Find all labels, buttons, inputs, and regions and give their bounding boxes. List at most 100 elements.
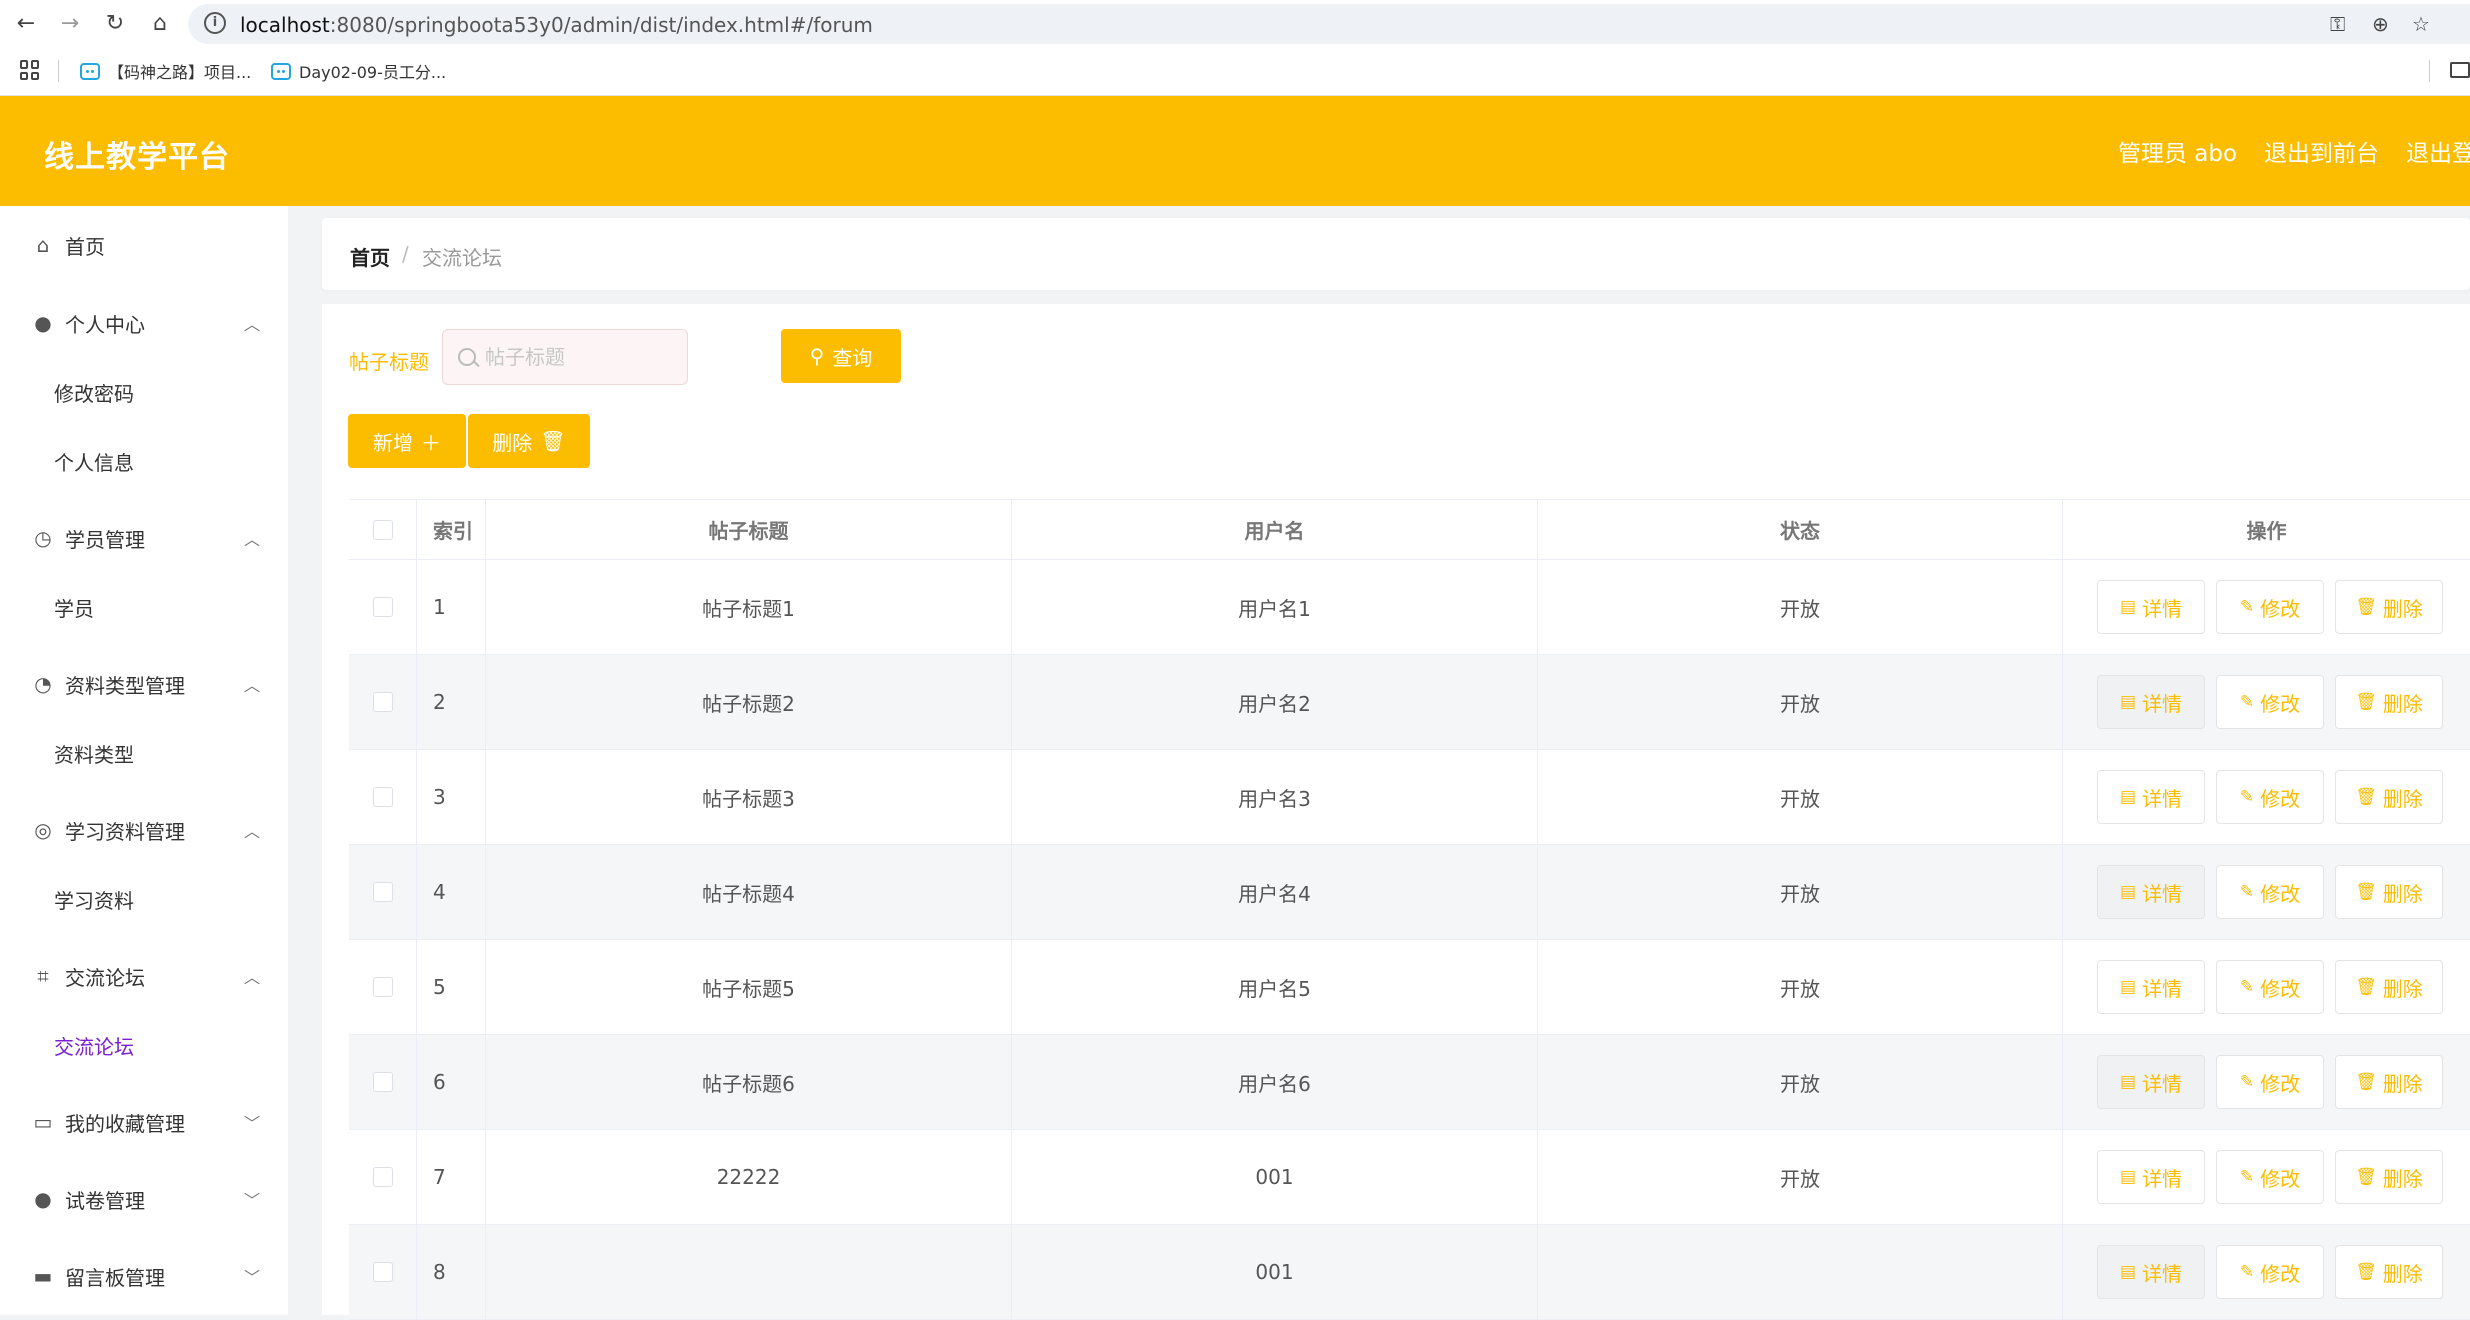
back-icon[interactable]: ← <box>12 10 40 38</box>
cell-ops: ▤ 详情 ✎ 修改 🗑 删除 <box>2063 655 2470 749</box>
cell-index: 8 <box>417 1225 486 1319</box>
edit-button[interactable]: ✎ 修改 <box>2216 675 2324 729</box>
url-path: :8080/springboota53y0/admin/dist/index.h… <box>329 13 873 37</box>
trash-icon: 🗑 <box>2355 787 2377 807</box>
row-checkbox[interactable] <box>372 1167 393 1187</box>
sidebar-item-forum-group[interactable]: ⌗ 交流论坛 ︿ <box>0 951 288 1001</box>
folder-icon[interactable] <box>2450 62 2470 78</box>
row-select-cell <box>349 560 417 654</box>
row-checkbox[interactable] <box>372 977 393 997</box>
sidebar-item-change-password[interactable]: 修改密码 <box>0 367 288 417</box>
bookmark-label: Day02-09-员工分... <box>299 63 447 82</box>
row-checkbox[interactable] <box>372 597 393 617</box>
cell-status: 开放 <box>1538 845 2063 939</box>
address-bar[interactable]: i localhost:8080/springboota53y0/admin/d… <box>188 4 2470 44</box>
cell-status: 开放 <box>1538 750 2063 844</box>
delete-button[interactable]: 删除 🗑 <box>468 414 590 468</box>
detail-button[interactable]: ▤ 详情 <box>2097 1245 2205 1299</box>
edit-icon: ✎ <box>2239 787 2255 807</box>
info-icon[interactable]: i <box>204 12 226 34</box>
url-text[interactable]: localhost:8080/springboota53y0/admin/dis… <box>240 13 873 37</box>
edit-button[interactable]: ✎ 修改 <box>2216 865 2324 919</box>
sidebar-item-student[interactable]: 学员 <box>0 582 288 632</box>
edit-button[interactable]: ✎ 修改 <box>2216 1055 2324 1109</box>
edit-icon: ✎ <box>2239 1167 2255 1187</box>
breadcrumb-home[interactable]: 首页 <box>350 242 390 271</box>
row-checkbox[interactable] <box>372 692 393 712</box>
header-index[interactable]: 索引 <box>417 500 486 559</box>
sidebar-item-material-type-mgmt[interactable]: ◔ 资料类型管理 ︿ <box>0 659 288 709</box>
sidebar-item-material[interactable]: 学习资料 <box>0 874 288 924</box>
cell-username: 用户名2 <box>1012 655 1538 749</box>
cell-title: 帖子标题5 <box>486 940 1012 1034</box>
reload-icon[interactable]: ↻ <box>101 10 129 38</box>
add-button[interactable]: 新增 ＋ <box>348 414 466 468</box>
row-delete-button[interactable]: 🗑 删除 <box>2335 675 2443 729</box>
to-front-link[interactable]: 退出到前台 <box>2264 134 2379 168</box>
url-host: localhost <box>240 13 330 37</box>
sidebar-item-forum[interactable]: 交流论坛 <box>0 1020 288 1070</box>
row-checkbox[interactable] <box>372 787 393 807</box>
zoom-icon[interactable]: ⊕ <box>2372 12 2389 36</box>
home-icon[interactable]: ⌂ <box>146 10 174 38</box>
sidebar-item-label: 个人中心 <box>65 312 145 337</box>
header-status[interactable]: 状态 <box>1538 500 2063 559</box>
detail-button[interactable]: ▤ 详情 <box>2097 580 2205 634</box>
sidebar-item-exam[interactable]: ● 试卷管理 ﹀ <box>0 1174 288 1224</box>
detail-button[interactable]: ▤ 详情 <box>2097 960 2205 1014</box>
row-delete-button[interactable]: 🗑 删除 <box>2335 1055 2443 1109</box>
edit-button[interactable]: ✎ 修改 <box>2216 960 2324 1014</box>
row-select-cell <box>349 1035 417 1129</box>
row-delete-button[interactable]: 🗑 删除 <box>2335 960 2443 1014</box>
select-all-checkbox[interactable] <box>372 519 393 540</box>
edit-button[interactable]: ✎ 修改 <box>2216 1245 2324 1299</box>
row-checkbox[interactable] <box>372 882 393 902</box>
search-button[interactable]: ⚲ 查询 <box>781 329 901 383</box>
sidebar-item-material-type[interactable]: 资料类型 <box>0 728 288 778</box>
search-button-label: 查询 <box>832 345 873 370</box>
edit-button-label: 修改 <box>2260 691 2301 716</box>
header-title[interactable]: 帖子标题 <box>486 500 1012 559</box>
row-delete-button[interactable]: 🗑 删除 <box>2335 1150 2443 1204</box>
edit-button[interactable]: ✎ 修改 <box>2216 1150 2324 1204</box>
header-ops: 操作 <box>2246 519 2287 543</box>
forward-icon[interactable]: → <box>56 10 84 38</box>
sidebar-item-material-mgmt[interactable]: ◎ 学习资料管理 ︿ <box>0 805 288 855</box>
edit-button[interactable]: ✎ 修改 <box>2216 770 2324 824</box>
detail-button[interactable]: ▤ 详情 <box>2097 1055 2205 1109</box>
search-input[interactable] <box>442 329 688 385</box>
apps-icon[interactable] <box>20 60 40 80</box>
main-content: 首页 / 交流论坛 帖子标题 ⚲查询 新增＋ 删除🗑 索引 帖子标题 用户名 状… <box>322 218 2470 1320</box>
sidebar-item-personal[interactable]: ● 个人中心 ︿ <box>0 298 288 348</box>
sidebar-item-label: 我的收藏管理 <box>65 1111 185 1136</box>
row-checkbox[interactable] <box>372 1072 393 1092</box>
key-icon[interactable]: ⚿ <box>2330 12 2345 36</box>
sidebar-item-home[interactable]: ⌂ 首页 <box>0 220 288 270</box>
detail-button[interactable]: ▤ 详情 <box>2097 1150 2205 1204</box>
trash-icon: 🗑 <box>2355 977 2377 997</box>
sidebar-item-student-mgmt[interactable]: ◷ 学员管理 ︿ <box>0 513 288 563</box>
sidebar-item-favorites[interactable]: ▭ 我的收藏管理 ﹀ <box>0 1097 288 1147</box>
row-delete-button[interactable]: 🗑 删除 <box>2335 1245 2443 1299</box>
sidebar-item-board[interactable]: ▬ 留言板管理 ﹀ <box>0 1251 288 1301</box>
trash-icon: 🗑 <box>2355 1072 2377 1092</box>
cell-status: 开放 <box>1538 560 2063 654</box>
edit-button-label: 修改 <box>2260 1071 2301 1096</box>
row-checkbox[interactable] <box>372 1262 393 1282</box>
edit-button[interactable]: ✎ 修改 <box>2216 580 2324 634</box>
forum-table: 索引 帖子标题 用户名 状态 操作 1 帖子标题1 用户名1 开放 ▤ 详情 ✎ 修改 🗑 删除 2… <box>349 499 2470 1320</box>
detail-button[interactable]: ▤ 详情 <box>2097 865 2205 919</box>
row-delete-button[interactable]: 🗑 删除 <box>2335 580 2443 634</box>
row-delete-button[interactable]: 🗑 删除 <box>2335 865 2443 919</box>
detail-button[interactable]: ▤ 详情 <box>2097 675 2205 729</box>
cell-username: 用户名3 <box>1012 750 1538 844</box>
header-username[interactable]: 用户名 <box>1012 500 1538 559</box>
row-delete-button[interactable]: 🗑 删除 <box>2335 770 2443 824</box>
sidebar-item-personal-info[interactable]: 个人信息 <box>0 436 288 486</box>
bookmark-item[interactable]: 【码神之路】项目... <box>80 59 251 83</box>
detail-button[interactable]: ▤ 详情 <box>2097 770 2205 824</box>
logout-link[interactable]: 退出登 <box>2406 134 2470 168</box>
bookmark-item[interactable]: Day02-09-员工分... <box>271 59 446 83</box>
star-icon[interactable]: ☆ <box>2412 12 2430 36</box>
gauge-icon: ◔ <box>34 672 52 696</box>
